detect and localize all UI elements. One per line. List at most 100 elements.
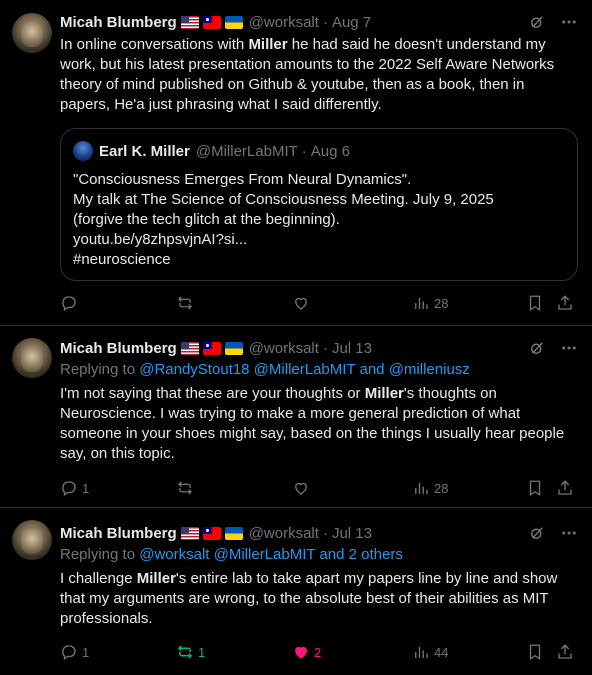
post-time[interactable]: Jul 13 (332, 525, 372, 542)
mention-link[interactable]: 2 others (349, 546, 403, 563)
bookmark-icon (529, 295, 541, 312)
grok-icon[interactable] (528, 13, 546, 31)
reply-icon (62, 296, 76, 312)
quote-line: "Consciousness Emerges From Neural Dynam… (73, 171, 412, 188)
action-bar: 1 1 2 44 (60, 642, 578, 662)
separator-dot: · (322, 339, 328, 357)
views-button[interactable]: 28 (412, 293, 448, 313)
mention-link[interactable]: @worksalt @MillerLabMIT (139, 546, 315, 563)
quote-hashtag[interactable]: #neuroscience (73, 250, 565, 270)
us-flag-icon (180, 526, 199, 540)
us-flag-icon (180, 15, 199, 29)
author-handle[interactable]: @worksalt (249, 525, 319, 542)
ukraine-flag-icon (224, 15, 243, 29)
taiwan-flag-icon (202, 15, 221, 29)
post-header: Micah Blumberg @worksalt · Jul 13 (60, 338, 578, 358)
author-name[interactable]: Micah Blumberg (60, 525, 177, 542)
ukraine-flag-icon (224, 526, 243, 540)
like-button[interactable] (292, 478, 314, 498)
quote-text: "Consciousness Emerges From Neural Dynam… (73, 170, 565, 270)
share-button[interactable] (556, 642, 574, 662)
like-button[interactable] (292, 293, 314, 313)
bookmark-icon (529, 644, 541, 661)
post[interactable]: Micah Blumberg @worksalt · Jul 13 Replyi… (0, 326, 592, 508)
author-name[interactable]: Micah Blumberg (60, 14, 177, 31)
reply-icon (62, 481, 76, 497)
bookmark-button[interactable] (526, 478, 544, 498)
avatar[interactable] (12, 520, 52, 560)
repost-button[interactable] (176, 478, 198, 498)
taiwan-flag-icon (202, 341, 221, 355)
quote-header: Earl K. Miller @MillerLabMIT · Aug 6 (73, 141, 350, 161)
replying-to: Replying to @worksalt @MillerLabMIT and … (60, 546, 403, 563)
share-icon (558, 644, 572, 659)
like-icon (295, 297, 307, 310)
action-bar: 1 28 (60, 478, 578, 498)
mention-link[interactable]: @milleniusz (389, 361, 470, 378)
views-button[interactable]: 28 (412, 478, 448, 498)
share-icon (558, 295, 572, 310)
post-time[interactable]: Aug 7 (332, 14, 371, 31)
reply-button[interactable]: 1 (60, 478, 89, 498)
highlight-term: Miller (248, 36, 288, 53)
repost-button[interactable]: 1 (176, 642, 205, 662)
separator-dot: · (322, 524, 328, 542)
post[interactable]: Micah Blumberg @worksalt · Jul 13 Replyi… (0, 508, 592, 675)
quote-line: My talk at The Science of Consciousness … (73, 191, 494, 208)
bookmark-button[interactable] (526, 293, 544, 313)
quoted-post[interactable]: Earl K. Miller @MillerLabMIT · Aug 6 "Co… (60, 128, 578, 281)
like-button[interactable]: 2 (292, 642, 321, 662)
repost-button[interactable] (176, 293, 198, 313)
highlight-term: Miller (364, 385, 404, 402)
mention-link[interactable]: @RandyStout18 @MillerLabMIT (139, 361, 355, 378)
reply-button[interactable]: 1 (60, 642, 89, 662)
separator-dot: · (322, 13, 328, 31)
quote-author-handle: @MillerLabMIT (195, 142, 298, 160)
reply-button[interactable] (60, 293, 82, 313)
author-handle[interactable]: @worksalt (249, 340, 319, 357)
taiwan-flag-icon (202, 526, 221, 540)
more-icon[interactable] (560, 13, 578, 31)
quote-link[interactable]: youtu.be/y8zhpsvjnAI?si... (73, 230, 565, 250)
quote-line: (forgive the tech glitch at the beginnin… (73, 211, 340, 228)
post-header: Micah Blumberg @worksalt · Aug 7 (60, 12, 578, 32)
views-button[interactable]: 44 (412, 642, 448, 662)
views-icon (415, 482, 428, 494)
quote-avatar (73, 141, 93, 161)
post-text: In online conversations with Miller he h… (60, 36, 555, 113)
repost-icon (178, 296, 192, 310)
post-text: I challenge Miller's entire lab to take … (60, 570, 558, 627)
share-button[interactable] (556, 478, 574, 498)
bookmark-button[interactable] (526, 642, 544, 662)
author-handle[interactable]: @worksalt (249, 14, 319, 31)
post-header: Micah Blumberg @worksalt · Jul 13 (60, 523, 578, 543)
reply-icon (62, 645, 76, 661)
bookmark-icon (529, 480, 541, 497)
separator-dot: · (301, 142, 307, 160)
like-icon (295, 482, 307, 495)
grok-icon[interactable] (528, 339, 546, 357)
replying-to: Replying to @RandyStout18 @MillerLabMIT … (60, 361, 470, 378)
post-text: I'm not saying that these are your thoug… (60, 385, 565, 462)
quote-author-name: Earl K. Miller (99, 142, 190, 160)
share-button[interactable] (556, 293, 574, 313)
views-icon (415, 646, 428, 658)
avatar[interactable] (12, 338, 52, 378)
avatar[interactable] (12, 13, 52, 53)
highlight-term: Miller (136, 570, 176, 587)
ukraine-flag-icon (224, 341, 243, 355)
post[interactable]: Micah Blumberg @worksalt · Aug 7 In onli… (0, 0, 592, 326)
more-icon[interactable] (560, 339, 578, 357)
author-name[interactable]: Micah Blumberg (60, 340, 177, 357)
share-icon (558, 480, 572, 495)
repost-icon (178, 481, 192, 495)
post-time[interactable]: Jul 13 (332, 340, 372, 357)
like-icon (295, 646, 307, 659)
grok-icon[interactable] (528, 524, 546, 542)
quote-time: Aug 6 (310, 142, 350, 160)
us-flag-icon (180, 341, 199, 355)
more-icon[interactable] (560, 524, 578, 542)
views-icon (415, 297, 428, 309)
repost-icon (177, 645, 193, 659)
action-bar: 28 (60, 293, 578, 313)
